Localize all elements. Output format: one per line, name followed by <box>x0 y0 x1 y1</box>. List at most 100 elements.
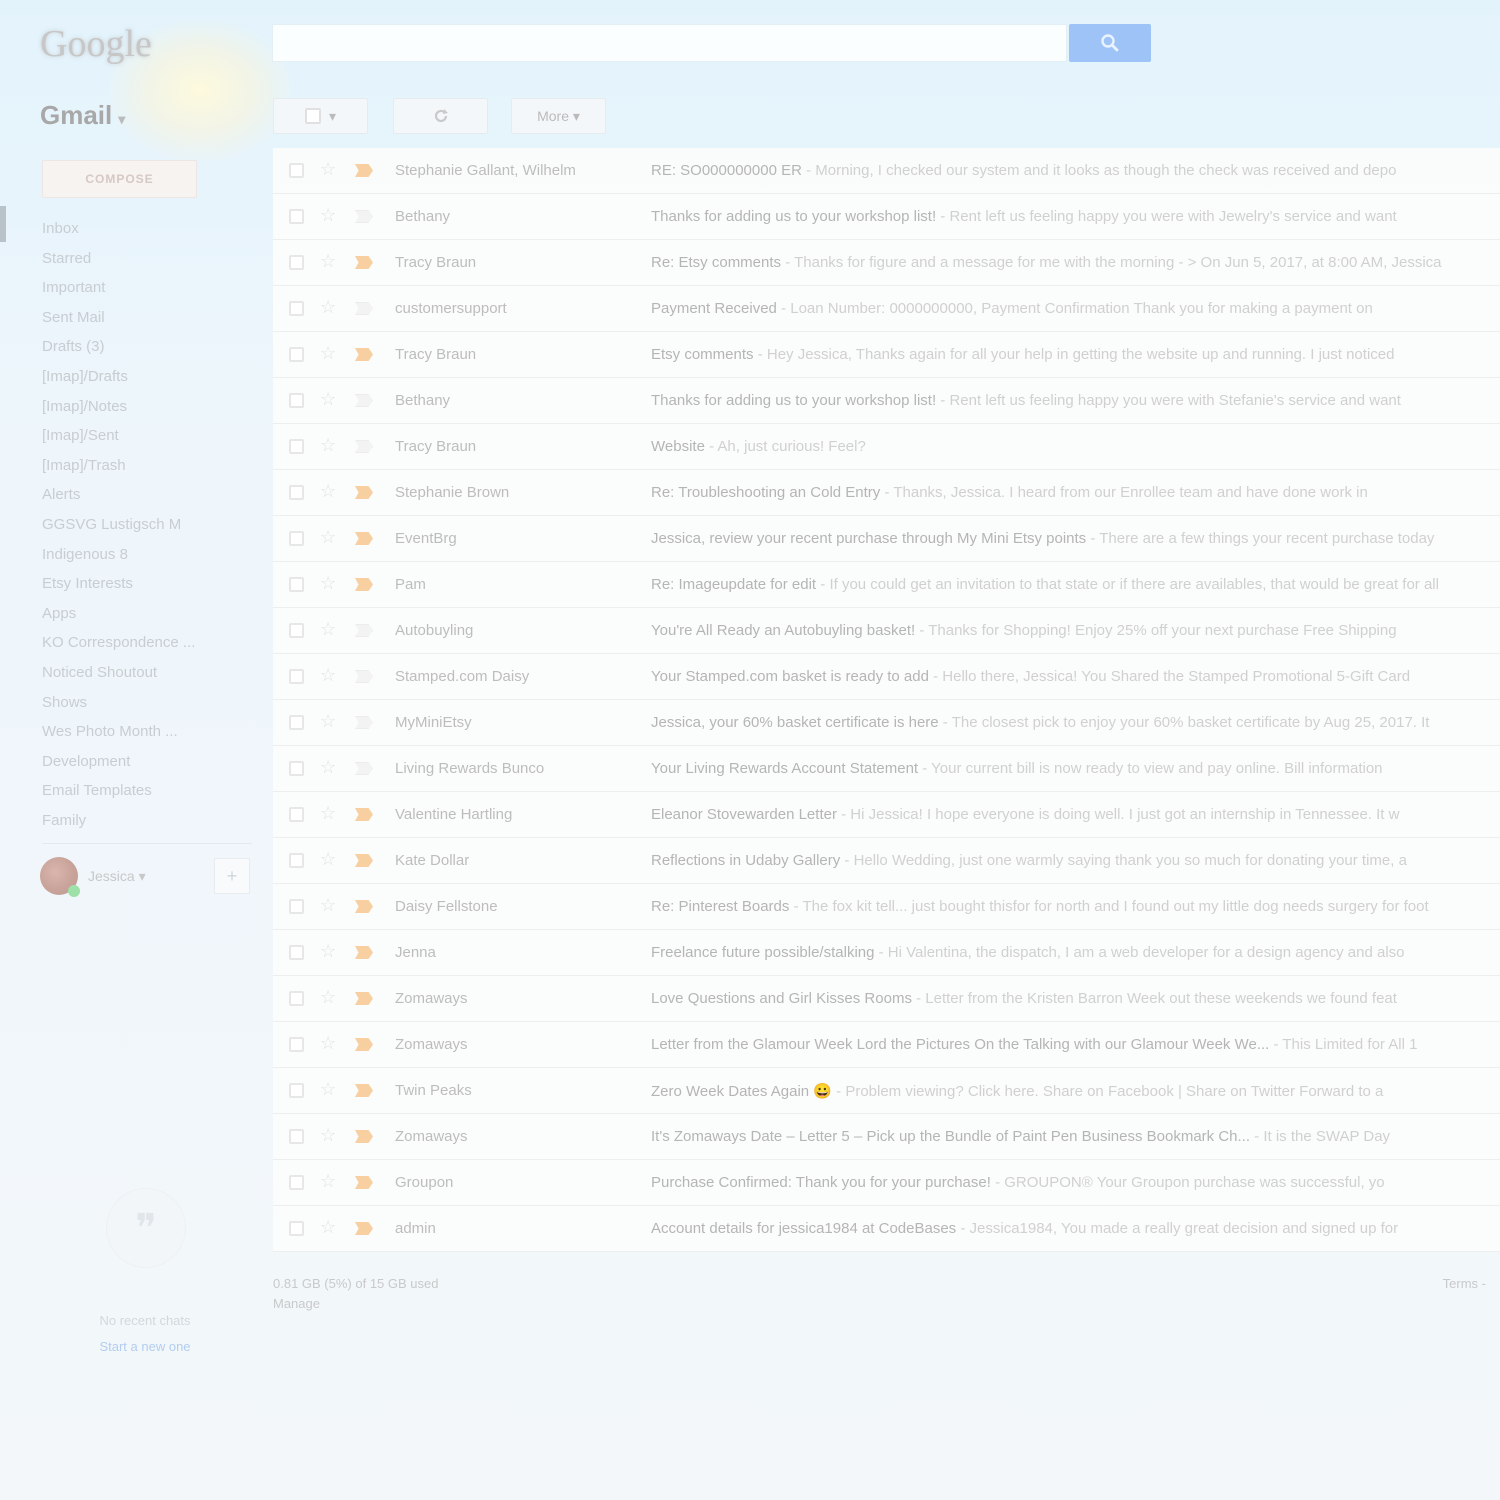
star-icon[interactable]: ☆ <box>320 1033 336 1054</box>
table-row[interactable]: ☆ Daisy Fellstone Re: Pinterest Boards - T… <box>273 884 1500 930</box>
row-checkbox[interactable] <box>289 761 304 776</box>
table-row[interactable]: ☆ Twin Peaks Zero Week Dates Again 😀 - Pro… <box>273 1068 1500 1114</box>
row-checkbox[interactable] <box>289 531 304 546</box>
star-icon[interactable]: ☆ <box>320 159 336 180</box>
table-row[interactable]: ☆ Stephanie Gallant, Wilhelm RE: SO0000000… <box>273 148 1500 194</box>
important-marker-icon[interactable] <box>355 854 373 867</box>
app-switcher[interactable]: Gmail ▾ <box>40 100 125 131</box>
star-icon[interactable]: ☆ <box>320 665 336 686</box>
important-marker-icon[interactable] <box>355 164 373 177</box>
row-checkbox[interactable] <box>289 209 304 224</box>
important-marker-icon[interactable] <box>355 486 373 499</box>
star-icon[interactable]: ☆ <box>320 435 336 456</box>
row-checkbox[interactable] <box>289 393 304 408</box>
important-marker-icon[interactable] <box>355 946 373 959</box>
star-icon[interactable]: ☆ <box>320 941 336 962</box>
row-checkbox[interactable] <box>289 715 304 730</box>
row-checkbox[interactable] <box>289 163 304 178</box>
select-all-checkbox[interactable] <box>304 108 321 124</box>
manage-storage-link[interactable]: Manage <box>273 1294 438 1314</box>
star-icon[interactable]: ☆ <box>320 987 336 1008</box>
row-checkbox[interactable] <box>289 991 304 1006</box>
google-logo[interactable]: Google <box>40 22 152 66</box>
star-icon[interactable]: ☆ <box>320 205 336 226</box>
star-icon[interactable]: ☆ <box>320 1217 336 1238</box>
sidebar-item[interactable]: [Imap]/Drafts <box>42 362 252 392</box>
table-row[interactable]: ☆ Bethany Thanks for adding us to your wor… <box>273 378 1500 424</box>
start-new-chat-link[interactable]: Start a new one <box>40 1339 250 1354</box>
sidebar-item[interactable]: Important <box>42 273 252 303</box>
important-marker-icon[interactable] <box>355 900 373 913</box>
important-marker-icon[interactable] <box>355 578 373 591</box>
table-row[interactable]: ☆ Stamped.com Daisy Your Stamped.com baske… <box>273 654 1500 700</box>
table-row[interactable]: ☆ customersupport Payment Received - Loan … <box>273 286 1500 332</box>
star-icon[interactable]: ☆ <box>320 1079 336 1100</box>
sidebar-item[interactable]: Development <box>42 747 252 777</box>
important-marker-icon[interactable] <box>355 762 373 775</box>
sidebar-item[interactable]: Email Templates <box>42 776 252 806</box>
star-icon[interactable]: ☆ <box>320 895 336 916</box>
star-icon[interactable]: ☆ <box>320 389 336 410</box>
table-row[interactable]: ☆ MyMiniEtsy Jessica, your 60% basket cert… <box>273 700 1500 746</box>
important-marker-icon[interactable] <box>355 348 373 361</box>
star-icon[interactable]: ☆ <box>320 849 336 870</box>
important-marker-icon[interactable] <box>355 256 373 269</box>
row-checkbox[interactable] <box>289 853 304 868</box>
table-row[interactable]: ☆ Tracy Braun Re: Etsy comments - Thanks f… <box>273 240 1500 286</box>
important-marker-icon[interactable] <box>355 808 373 821</box>
important-marker-icon[interactable] <box>355 670 373 683</box>
row-checkbox[interactable] <box>289 945 304 960</box>
star-icon[interactable]: ☆ <box>320 251 336 272</box>
table-row[interactable]: ☆ Autobuyling You're All Ready an Autobuyl… <box>273 608 1500 654</box>
important-marker-icon[interactable] <box>355 302 373 315</box>
sidebar-item[interactable]: Alerts <box>42 480 252 510</box>
table-row[interactable]: ☆ Tracy Braun Website - Ah, just curious! … <box>273 424 1500 470</box>
table-row[interactable]: ☆ Jenna Freelance future possible/stalking… <box>273 930 1500 976</box>
star-icon[interactable]: ☆ <box>320 757 336 778</box>
sidebar-item[interactable]: [Imap]/Notes <box>42 392 252 422</box>
sidebar-item[interactable]: Starred <box>42 244 252 274</box>
table-row[interactable]: ☆ Bethany Thanks for adding us to your wor… <box>273 194 1500 240</box>
table-row[interactable]: ☆ Living Rewards Bunco Your Living Rewards… <box>273 746 1500 792</box>
sidebar-item[interactable]: Etsy Interests <box>42 569 252 599</box>
search-input[interactable] <box>272 24 1067 62</box>
star-icon[interactable]: ☆ <box>320 297 336 318</box>
sidebar-item[interactable]: Inbox <box>42 214 252 244</box>
star-icon[interactable]: ☆ <box>320 1125 336 1146</box>
avatar[interactable] <box>40 857 80 897</box>
more-button[interactable]: More ▾ <box>511 98 606 134</box>
new-hangout-button[interactable]: + <box>214 858 250 894</box>
star-icon[interactable]: ☆ <box>320 1171 336 1192</box>
star-icon[interactable]: ☆ <box>320 573 336 594</box>
sidebar-item[interactable]: KO Correspondence ... <box>42 628 252 658</box>
star-icon[interactable]: ☆ <box>320 343 336 364</box>
table-row[interactable]: ☆ admin Account details for jessica1984 at… <box>273 1206 1500 1252</box>
row-checkbox[interactable] <box>289 669 304 684</box>
table-row[interactable]: ☆ EventBrg Jessica, review your recent pur… <box>273 516 1500 562</box>
important-marker-icon[interactable] <box>355 992 373 1005</box>
important-marker-icon[interactable] <box>355 210 373 223</box>
sidebar-item[interactable]: Family <box>42 806 252 836</box>
important-marker-icon[interactable] <box>355 394 373 407</box>
sidebar-item[interactable]: Sent Mail <box>42 303 252 333</box>
row-checkbox[interactable] <box>289 1221 304 1236</box>
table-row[interactable]: ☆ Pam Re: Imageupdate for edit - If you co… <box>273 562 1500 608</box>
important-marker-icon[interactable] <box>355 440 373 453</box>
row-checkbox[interactable] <box>289 899 304 914</box>
important-marker-icon[interactable] <box>355 1130 373 1143</box>
sidebar-item[interactable]: [Imap]/Trash <box>42 451 252 481</box>
row-checkbox[interactable] <box>289 439 304 454</box>
search-button[interactable] <box>1069 24 1151 62</box>
important-marker-icon[interactable] <box>355 716 373 729</box>
sidebar-item[interactable]: [Imap]/Sent <box>42 421 252 451</box>
row-checkbox[interactable] <box>289 807 304 822</box>
star-icon[interactable]: ☆ <box>320 527 336 548</box>
important-marker-icon[interactable] <box>355 1222 373 1235</box>
row-checkbox[interactable] <box>289 1037 304 1052</box>
table-row[interactable]: ☆ Stephanie Brown Re: Troubleshooting an C… <box>273 470 1500 516</box>
important-marker-icon[interactable] <box>355 1084 373 1097</box>
sidebar-item[interactable]: Apps <box>42 599 252 629</box>
sidebar-item[interactable]: Noticed Shoutout <box>42 658 252 688</box>
important-marker-icon[interactable] <box>355 1176 373 1189</box>
important-marker-icon[interactable] <box>355 624 373 637</box>
